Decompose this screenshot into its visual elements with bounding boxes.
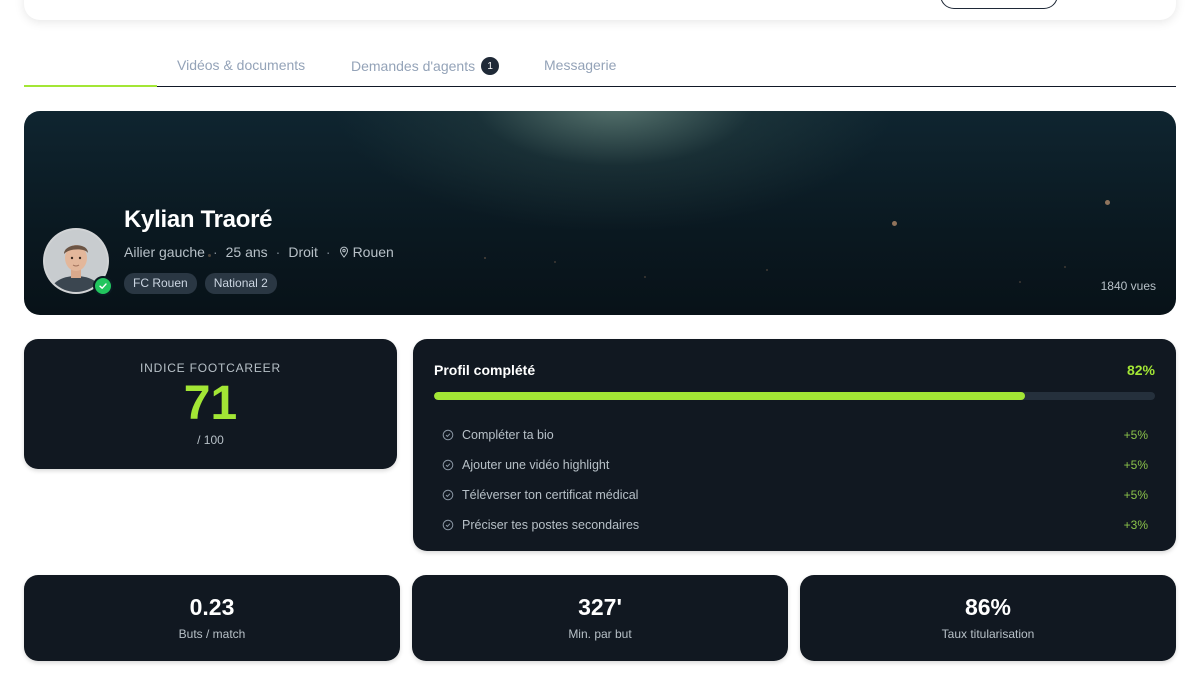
check-circle-icon: [442, 459, 454, 471]
tab-videos-documents-label: Vidéos & documents: [177, 57, 306, 73]
check-badge-icon: [93, 276, 113, 296]
profile-completion-progress-fill: [434, 392, 1026, 400]
profile-completion-progress-bar: [434, 392, 1155, 400]
profile-completion-percent: 82%: [1126, 362, 1155, 378]
player-foot: Droit: [288, 244, 318, 260]
task-item-video-highlight[interactable]: Ajouter une vidéo highlight +5%: [442, 450, 1148, 480]
footcareer-score-card: INDICE FOOTCAREER 71 / 100: [24, 339, 397, 469]
stat-value: 86%: [964, 594, 1012, 620]
task-bonus: +3%: [1123, 518, 1148, 532]
score-max: / 100: [197, 433, 224, 447]
score-label: INDICE FOOTCAREER: [140, 361, 281, 375]
header-button[interactable]: [940, 0, 1058, 9]
profile-completion-title: Profil complété: [434, 362, 536, 378]
profile-hero-banner: Kylian Traoré Ailier gauche · 25 ans · D…: [24, 111, 1176, 315]
task-label: Préciser tes postes secondaires: [462, 518, 640, 532]
top-header-card: [24, 0, 1176, 20]
check-circle-icon: [442, 519, 454, 531]
task-item-medical-certificate[interactable]: Téléverser ton certificat médical +5%: [442, 480, 1148, 510]
profile-task-list: Compléter ta bio +5% Ajouter une vidéo h…: [442, 420, 1148, 540]
stat-label: Buts / match: [178, 627, 246, 641]
stat-label: Taux titularisation: [941, 627, 1035, 641]
location-pin-icon: [339, 246, 349, 258]
player-position: Ailier gauche: [124, 244, 205, 260]
league-chip[interactable]: National 2: [204, 273, 277, 294]
player-name: Kylian Traoré: [124, 206, 273, 233]
player-meta: Ailier gauche · 25 ans · Droit · Rouen: [124, 244, 394, 260]
score-value: 71: [183, 377, 238, 430]
tab-videos-documents[interactable]: Vidéos & documents: [177, 57, 305, 73]
club-chip[interactable]: FC Rouen: [124, 273, 197, 294]
task-label: Compléter ta bio: [462, 428, 554, 442]
tab-messaging[interactable]: Messagerie: [544, 57, 616, 73]
stat-label: Min. par but: [568, 627, 632, 641]
profile-tabs: Vidéos & documents Demandes d'agents 1 M…: [24, 48, 1176, 87]
stat-card-goals-per-match: 0.23 Buts / match: [24, 575, 400, 661]
active-tab-indicator: [24, 85, 157, 87]
tab-agent-requests[interactable]: Demandes d'agents 1: [351, 57, 500, 75]
player-age: 25 ans: [225, 244, 268, 260]
agent-requests-count-badge: 1: [481, 57, 500, 75]
task-bonus: +5%: [1123, 488, 1148, 502]
stat-value: 0.23: [189, 594, 235, 620]
task-bonus: +5%: [1123, 428, 1148, 442]
tab-agent-requests-label: Demandes d'agents: [351, 58, 476, 74]
stat-card-minutes-per-goal: 327' Min. par but: [412, 575, 788, 661]
task-item-bio[interactable]: Compléter ta bio +5%: [442, 420, 1148, 450]
tab-messaging-label: Messagerie: [544, 57, 617, 73]
task-label: Ajouter une vidéo highlight: [462, 458, 610, 472]
task-label: Téléverser ton certificat médical: [462, 488, 639, 502]
stat-value: 327': [578, 594, 622, 620]
check-circle-icon: [442, 429, 454, 441]
profile-views-count: 1840 vues: [1100, 279, 1156, 293]
check-circle-icon: [442, 489, 454, 501]
task-item-secondary-positions[interactable]: Préciser tes postes secondaires +3%: [442, 510, 1148, 540]
profile-completion-card: Profil complété 82% Compléter ta bio +5%…: [413, 339, 1176, 551]
avatar-container[interactable]: [43, 228, 113, 296]
player-city: Rouen: [352, 244, 394, 260]
task-bonus: +5%: [1123, 458, 1148, 472]
player-tags: FC Rouen National 2: [124, 273, 277, 294]
stat-card-starting-rate: 86% Taux titularisation: [800, 575, 1176, 661]
